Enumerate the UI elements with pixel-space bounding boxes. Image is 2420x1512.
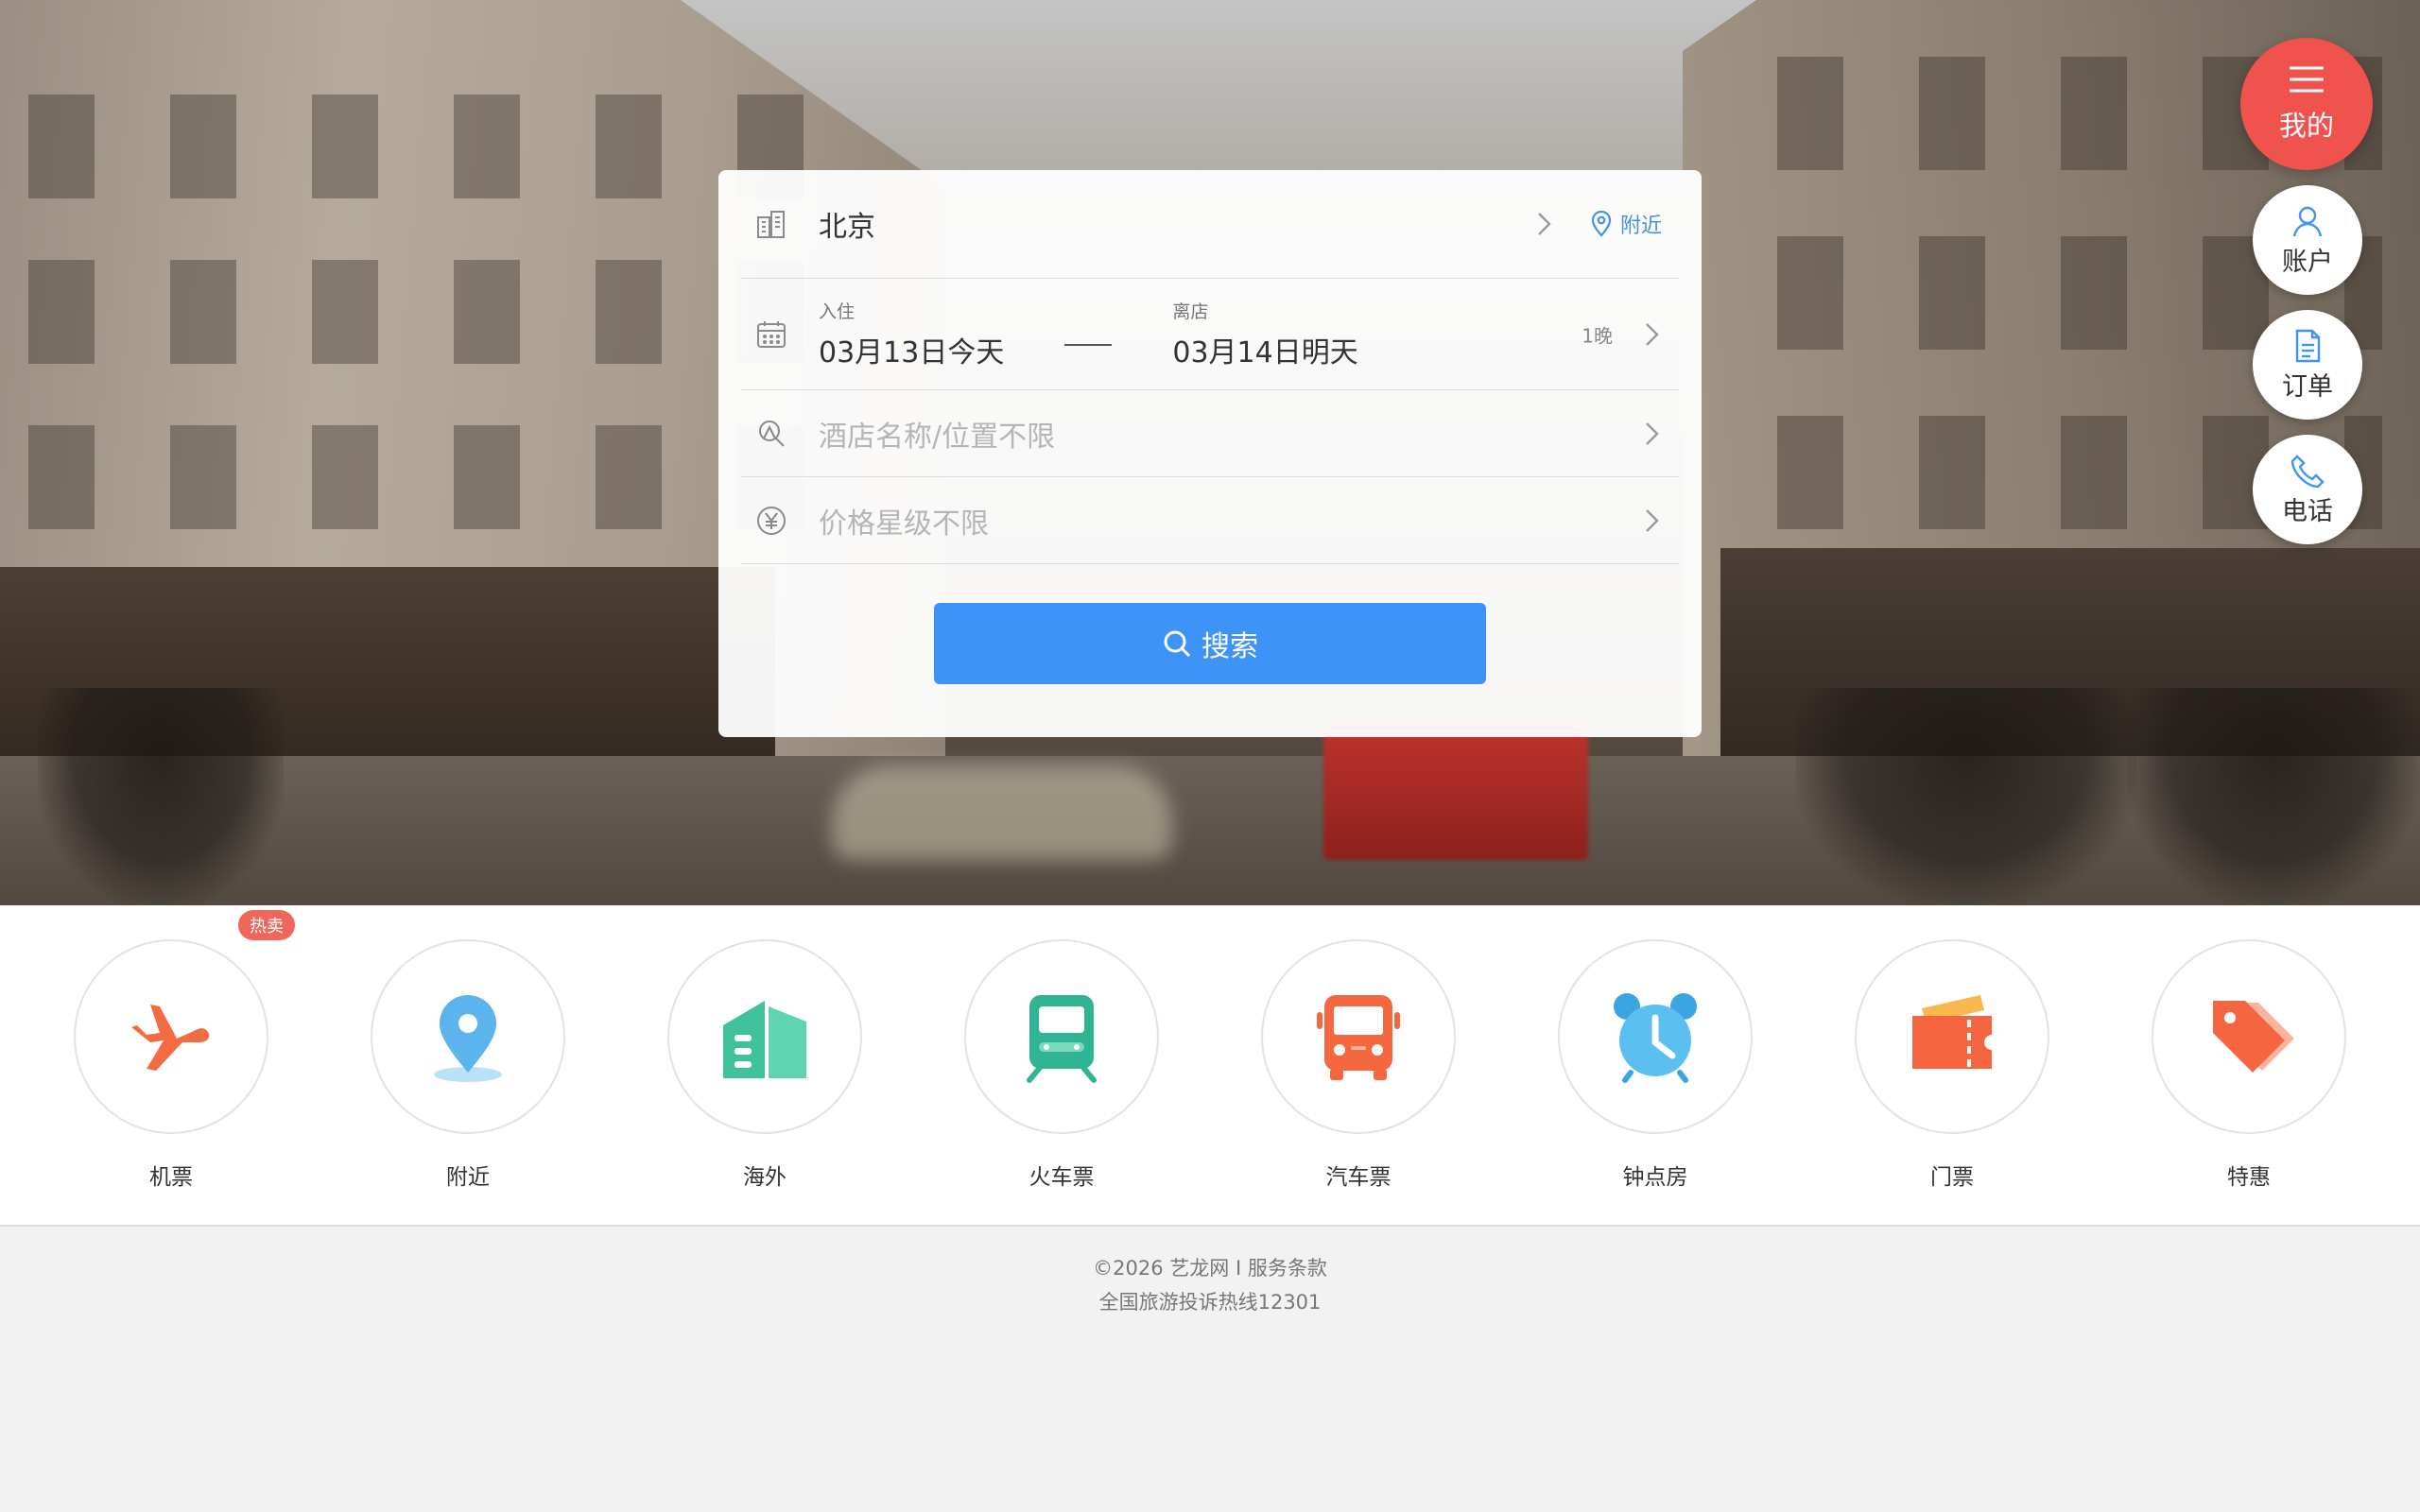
document-icon xyxy=(2295,329,2321,362)
category-label: 机票 xyxy=(149,1165,193,1190)
city-row[interactable]: 北京 附近 xyxy=(741,170,1679,279)
checkout-label: 离店 xyxy=(1172,301,1209,322)
bus-icon xyxy=(1317,995,1400,1080)
hotel-keyword-placeholder: 酒店名称/位置不限 xyxy=(819,420,1056,454)
footer-copyright-link[interactable]: ©2026 艺龙网 I 服务条款 xyxy=(0,1251,2420,1285)
pedestrians xyxy=(38,688,284,905)
phone-label: 电话 xyxy=(2282,496,2333,526)
category-circle[interactable] xyxy=(667,939,862,1134)
account-button[interactable]: 账户 xyxy=(2253,185,2362,295)
location-pin-icon xyxy=(434,995,502,1082)
nights-count: 1晚 xyxy=(1582,324,1613,347)
category-label: 火车票 xyxy=(1028,1165,1095,1190)
alarm-clock-icon xyxy=(1614,993,1697,1083)
category-train[interactable]: 火车票 xyxy=(964,939,1159,1191)
price-tag-icon xyxy=(2213,1001,2294,1073)
chevron-right-icon xyxy=(1637,507,1666,535)
red-bus xyxy=(1323,718,1588,860)
footer: ©2026 艺龙网 I 服务条款 全国旅游投诉热线12301 xyxy=(0,1228,2420,1319)
location-pin-icon xyxy=(1588,210,1615,237)
user-icon xyxy=(2292,206,2323,236)
chevron-right-icon xyxy=(1637,420,1666,448)
dates-row[interactable]: 入住 03月13日今天 离店 03月14日明天 1晚 xyxy=(741,279,1679,390)
yuan-coin-icon xyxy=(754,504,788,538)
checkout-date[interactable]: 离店 03月14日明天 xyxy=(1172,298,1357,370)
ticket-icon xyxy=(1912,995,1992,1069)
chevron-right-icon xyxy=(1530,210,1558,238)
category-nearby[interactable]: 附近 xyxy=(371,939,565,1191)
category-circle[interactable] xyxy=(1261,939,1456,1134)
orders-label: 订单 xyxy=(2282,371,2333,402)
search-button[interactable]: 搜索 xyxy=(934,603,1486,684)
checkin-label: 入住 xyxy=(819,301,856,322)
city-building-icon xyxy=(754,207,788,241)
pedestrians xyxy=(1796,688,2136,905)
category-label: 汽车票 xyxy=(1325,1165,1392,1190)
search-button-label: 搜索 xyxy=(1201,630,1258,663)
date-separator xyxy=(1064,343,1113,346)
moving-car xyxy=(832,765,1172,860)
account-label: 账户 xyxy=(2282,247,2333,277)
calendar-icon xyxy=(754,318,788,352)
chevron-right-icon xyxy=(1637,320,1666,349)
orders-button[interactable]: 订单 xyxy=(2253,310,2362,420)
city-name: 北京 xyxy=(819,211,875,244)
hotel-search-icon xyxy=(754,417,788,451)
category-label: 门票 xyxy=(1930,1165,1974,1190)
checkin-date[interactable]: 入住 03月13日今天 xyxy=(819,298,1004,370)
category-circle[interactable] xyxy=(1855,939,2049,1134)
category-bus[interactable]: 汽车票 xyxy=(1261,939,1456,1191)
checkin-value: 03月13日今天 xyxy=(819,336,1005,369)
hamburger-icon xyxy=(2290,66,2324,93)
search-icon xyxy=(1164,630,1191,658)
plane-icon xyxy=(131,1005,210,1071)
category-overseas[interactable]: 海外 xyxy=(667,939,862,1191)
price-star-placeholder: 价格星级不限 xyxy=(819,507,989,541)
category-label: 海外 xyxy=(743,1165,786,1190)
category-circle[interactable] xyxy=(1558,939,1753,1134)
category-strip: 热卖 机票 附近 海外 火车票 汽车票 钟点房 门票 特惠 xyxy=(0,905,2420,1227)
category-label: 钟点房 xyxy=(1622,1165,1688,1190)
train-icon xyxy=(1027,995,1097,1083)
footer-hotline: 全国旅游投诉热线12301 xyxy=(1098,1291,1322,1314)
category-hourly-room[interactable]: 钟点房 xyxy=(1558,939,1753,1191)
nearby-button[interactable]: 附近 xyxy=(1588,209,1662,239)
hot-sale-badge: 热卖 xyxy=(238,910,295,940)
category-deals[interactable]: 特惠 xyxy=(2152,939,2346,1191)
phone-icon xyxy=(2290,454,2325,488)
phone-button[interactable]: 电话 xyxy=(2253,435,2362,544)
hotel-search-card: 北京 附近 入住 03月13日今天 离店 03月14日明天 1晚 酒店名称/位置… xyxy=(718,170,1702,737)
category-label: 附近 xyxy=(446,1165,490,1190)
checkout-value: 03月14日明天 xyxy=(1172,336,1358,369)
category-flights[interactable]: 机票 xyxy=(74,939,268,1191)
category-tickets[interactable]: 门票 xyxy=(1855,939,2049,1191)
category-label: 特惠 xyxy=(2227,1165,2271,1190)
my-menu-label: 我的 xyxy=(2278,110,2334,142)
nearby-label: 附近 xyxy=(1619,215,1662,238)
buildings-icon xyxy=(723,1001,806,1078)
category-circle[interactable] xyxy=(2152,939,2346,1134)
category-circle[interactable] xyxy=(74,939,268,1134)
category-circle[interactable] xyxy=(964,939,1159,1134)
pedestrians xyxy=(2127,688,2420,905)
category-circle[interactable] xyxy=(371,939,565,1134)
my-menu-button[interactable]: 我的 xyxy=(2240,38,2373,170)
price-star-row[interactable]: 价格星级不限 xyxy=(741,477,1679,564)
hotel-keyword-row[interactable]: 酒店名称/位置不限 xyxy=(741,390,1679,477)
